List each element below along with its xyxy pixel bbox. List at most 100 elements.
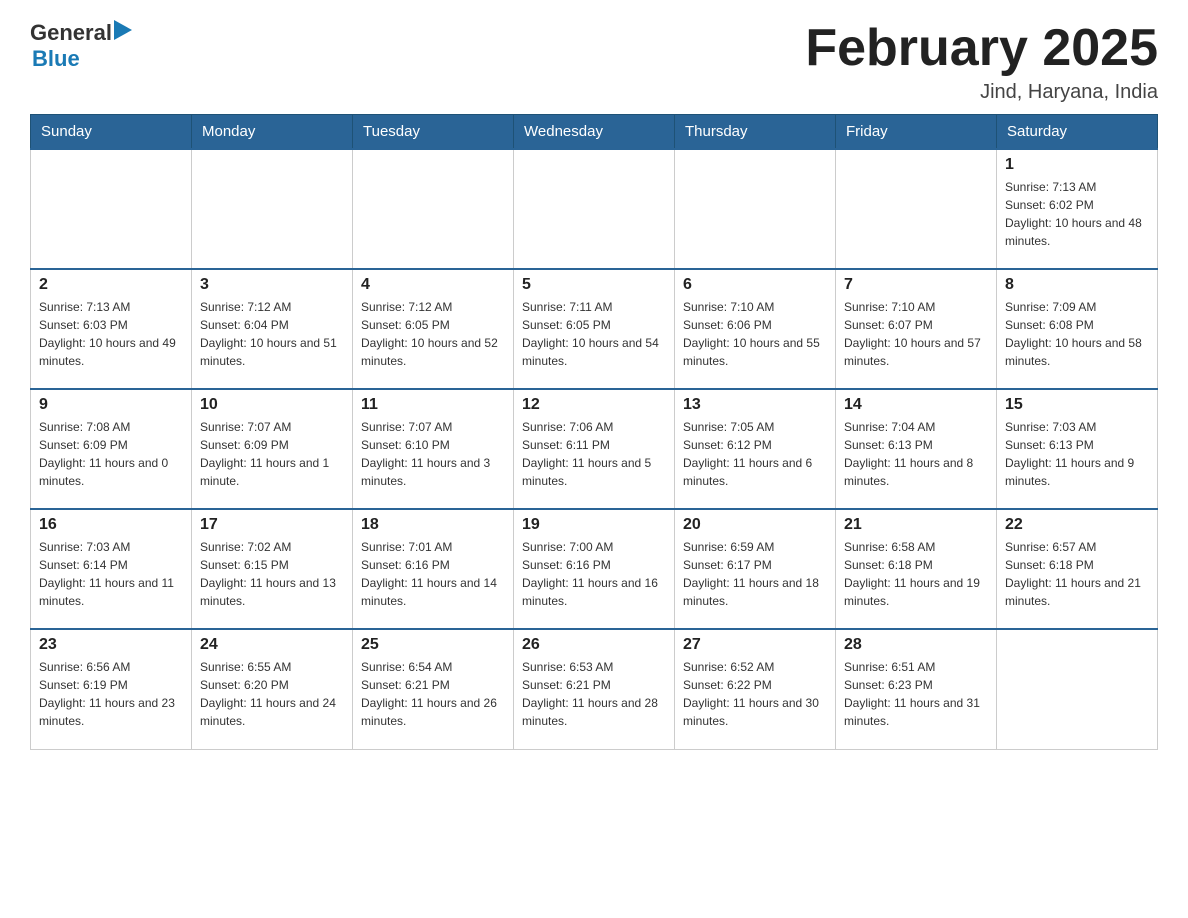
table-row: 5 Sunrise: 7:11 AM Sunset: 6:05 PM Daylig… bbox=[514, 269, 675, 389]
table-row: 10 Sunrise: 7:07 AM Sunset: 6:09 PM Dayli… bbox=[192, 389, 353, 509]
day-info: Sunrise: 7:12 AM Sunset: 6:04 PM Dayligh… bbox=[200, 298, 344, 370]
calendar-table: Sunday Monday Tuesday Wednesday Thursday… bbox=[30, 114, 1158, 750]
col-monday: Monday bbox=[192, 115, 353, 150]
day-number: 16 bbox=[39, 516, 183, 534]
table-row: 6Sunrise: 7:10 AM Sunset: 6:06 PM Daylig… bbox=[675, 269, 836, 389]
day-number: 15 bbox=[1005, 396, 1149, 414]
calendar-week-row: 9 Sunrise: 7:08 AM Sunset: 6:09 PM Daylig… bbox=[31, 389, 1158, 509]
day-info: Sunrise: 6:54 AM Sunset: 6:21 PM Dayligh… bbox=[361, 658, 505, 730]
day-info: Sunrise: 7:07 AM Sunset: 6:10 PM Dayligh… bbox=[361, 418, 505, 490]
day-info: Sunrise: 7:03 AM Sunset: 6:13 PM Dayligh… bbox=[1005, 418, 1149, 490]
table-row: 20 Sunrise: 6:59 AM Sunset: 6:17 PM Dayli… bbox=[675, 509, 836, 629]
table-row: 24 Sunrise: 6:55 AM Sunset: 6:20 PM Dayli… bbox=[192, 629, 353, 749]
logo-general-text: General bbox=[30, 20, 112, 46]
day-number: 24 bbox=[200, 636, 344, 654]
day-info: Sunrise: 7:11 AM Sunset: 6:05 PM Dayligh… bbox=[522, 298, 666, 370]
col-tuesday: Tuesday bbox=[353, 115, 514, 150]
day-info: Sunrise: 6:53 AM Sunset: 6:21 PM Dayligh… bbox=[522, 658, 666, 730]
calendar-header-row: Sunday Monday Tuesday Wednesday Thursday… bbox=[31, 115, 1158, 150]
table-row: 26 Sunrise: 6:53 AM Sunset: 6:21 PM Dayli… bbox=[514, 629, 675, 749]
day-number: 3 bbox=[200, 276, 344, 294]
day-info: Sunrise: 7:10 AM Sunset: 6:07 PM Dayligh… bbox=[844, 298, 988, 370]
day-info: Sunrise: 7:06 AM Sunset: 6:11 PM Dayligh… bbox=[522, 418, 666, 490]
day-info: Sunrise: 7:03 AM Sunset: 6:14 PM Dayligh… bbox=[39, 538, 183, 610]
table-row: 12 Sunrise: 7:06 AM Sunset: 6:11 PM Dayli… bbox=[514, 389, 675, 509]
col-sunday: Sunday bbox=[31, 115, 192, 150]
day-number: 8 bbox=[1005, 276, 1149, 294]
table-row: 13Sunrise: 7:05 AM Sunset: 6:12 PM Dayli… bbox=[675, 389, 836, 509]
table-row bbox=[353, 149, 514, 269]
table-row bbox=[997, 629, 1158, 749]
day-number: 9 bbox=[39, 396, 183, 414]
day-number: 11 bbox=[361, 396, 505, 414]
location-text: Jind, Haryana, India bbox=[805, 81, 1158, 104]
day-info: Sunrise: 6:59 AM Sunset: 6:17 PM Dayligh… bbox=[683, 538, 827, 610]
day-number: 17 bbox=[200, 516, 344, 534]
logo: General Blue bbox=[30, 20, 132, 72]
logo-arrow-icon bbox=[114, 20, 132, 40]
calendar-week-row: 16 Sunrise: 7:03 AM Sunset: 6:14 PM Dayli… bbox=[31, 509, 1158, 629]
day-info: Sunrise: 6:55 AM Sunset: 6:20 PM Dayligh… bbox=[200, 658, 344, 730]
day-number: 20 bbox=[683, 516, 827, 534]
col-saturday: Saturday bbox=[997, 115, 1158, 150]
day-number: 10 bbox=[200, 396, 344, 414]
page-header: General Blue February 2025 Jind, Haryana… bbox=[30, 20, 1158, 104]
day-info: Sunrise: 7:04 AM Sunset: 6:13 PM Dayligh… bbox=[844, 418, 988, 490]
table-row bbox=[192, 149, 353, 269]
day-info: Sunrise: 7:13 AM Sunset: 6:02 PM Dayligh… bbox=[1005, 178, 1149, 250]
day-info: Sunrise: 6:57 AM Sunset: 6:18 PM Dayligh… bbox=[1005, 538, 1149, 610]
table-row: 3 Sunrise: 7:12 AM Sunset: 6:04 PM Daylig… bbox=[192, 269, 353, 389]
day-number: 14 bbox=[844, 396, 988, 414]
day-number: 27 bbox=[683, 636, 827, 654]
table-row: 15 Sunrise: 7:03 AM Sunset: 6:13 PM Dayli… bbox=[997, 389, 1158, 509]
table-row: 8 Sunrise: 7:09 AM Sunset: 6:08 PM Daylig… bbox=[997, 269, 1158, 389]
day-info: Sunrise: 7:09 AM Sunset: 6:08 PM Dayligh… bbox=[1005, 298, 1149, 370]
table-row: 14 Sunrise: 7:04 AM Sunset: 6:13 PM Dayli… bbox=[836, 389, 997, 509]
table-row: 18 Sunrise: 7:01 AM Sunset: 6:16 PM Dayli… bbox=[353, 509, 514, 629]
table-row: 4 Sunrise: 7:12 AM Sunset: 6:05 PM Daylig… bbox=[353, 269, 514, 389]
day-info: Sunrise: 7:07 AM Sunset: 6:09 PM Dayligh… bbox=[200, 418, 344, 490]
table-row bbox=[836, 149, 997, 269]
day-number: 28 bbox=[844, 636, 988, 654]
day-number: 26 bbox=[522, 636, 666, 654]
table-row: 27Sunrise: 6:52 AM Sunset: 6:22 PM Dayli… bbox=[675, 629, 836, 749]
day-number: 22 bbox=[1005, 516, 1149, 534]
day-number: 12 bbox=[522, 396, 666, 414]
table-row: 28Sunrise: 6:51 AM Sunset: 6:23 PM Dayli… bbox=[836, 629, 997, 749]
day-number: 19 bbox=[522, 516, 666, 534]
day-number: 18 bbox=[361, 516, 505, 534]
day-info: Sunrise: 6:56 AM Sunset: 6:19 PM Dayligh… bbox=[39, 658, 183, 730]
logo-blue-text: Blue bbox=[32, 46, 80, 71]
day-info: Sunrise: 7:10 AM Sunset: 6:06 PM Dayligh… bbox=[683, 298, 827, 370]
day-info: Sunrise: 7:13 AM Sunset: 6:03 PM Dayligh… bbox=[39, 298, 183, 370]
table-row: 19Sunrise: 7:00 AM Sunset: 6:16 PM Dayli… bbox=[514, 509, 675, 629]
day-number: 25 bbox=[361, 636, 505, 654]
col-friday: Friday bbox=[836, 115, 997, 150]
table-row: 1 Sunrise: 7:13 AM Sunset: 6:02 PM Daylig… bbox=[997, 149, 1158, 269]
table-row: 25 Sunrise: 6:54 AM Sunset: 6:21 PM Dayli… bbox=[353, 629, 514, 749]
table-row: 7 Sunrise: 7:10 AM Sunset: 6:07 PM Daylig… bbox=[836, 269, 997, 389]
day-number: 7 bbox=[844, 276, 988, 294]
day-number: 2 bbox=[39, 276, 183, 294]
day-number: 5 bbox=[522, 276, 666, 294]
calendar-week-row: 2 Sunrise: 7:13 AM Sunset: 6:03 PM Daylig… bbox=[31, 269, 1158, 389]
day-number: 4 bbox=[361, 276, 505, 294]
table-row: 11 Sunrise: 7:07 AM Sunset: 6:10 PM Dayli… bbox=[353, 389, 514, 509]
day-info: Sunrise: 6:58 AM Sunset: 6:18 PM Dayligh… bbox=[844, 538, 988, 610]
day-number: 1 bbox=[1005, 156, 1149, 174]
day-info: Sunrise: 7:01 AM Sunset: 6:16 PM Dayligh… bbox=[361, 538, 505, 610]
month-title: February 2025 bbox=[805, 20, 1158, 77]
calendar-week-row: 1 Sunrise: 7:13 AM Sunset: 6:02 PM Daylig… bbox=[31, 149, 1158, 269]
day-number: 13 bbox=[683, 396, 827, 414]
table-row bbox=[31, 149, 192, 269]
day-number: 23 bbox=[39, 636, 183, 654]
table-row: 9 Sunrise: 7:08 AM Sunset: 6:09 PM Daylig… bbox=[31, 389, 192, 509]
day-info: Sunrise: 7:08 AM Sunset: 6:09 PM Dayligh… bbox=[39, 418, 183, 490]
col-wednesday: Wednesday bbox=[514, 115, 675, 150]
table-row bbox=[675, 149, 836, 269]
table-row: 16 Sunrise: 7:03 AM Sunset: 6:14 PM Dayli… bbox=[31, 509, 192, 629]
calendar-week-row: 23 Sunrise: 6:56 AM Sunset: 6:19 PM Dayli… bbox=[31, 629, 1158, 749]
table-row: 21Sunrise: 6:58 AM Sunset: 6:18 PM Dayli… bbox=[836, 509, 997, 629]
day-info: Sunrise: 7:12 AM Sunset: 6:05 PM Dayligh… bbox=[361, 298, 505, 370]
table-row: 22 Sunrise: 6:57 AM Sunset: 6:18 PM Dayli… bbox=[997, 509, 1158, 629]
